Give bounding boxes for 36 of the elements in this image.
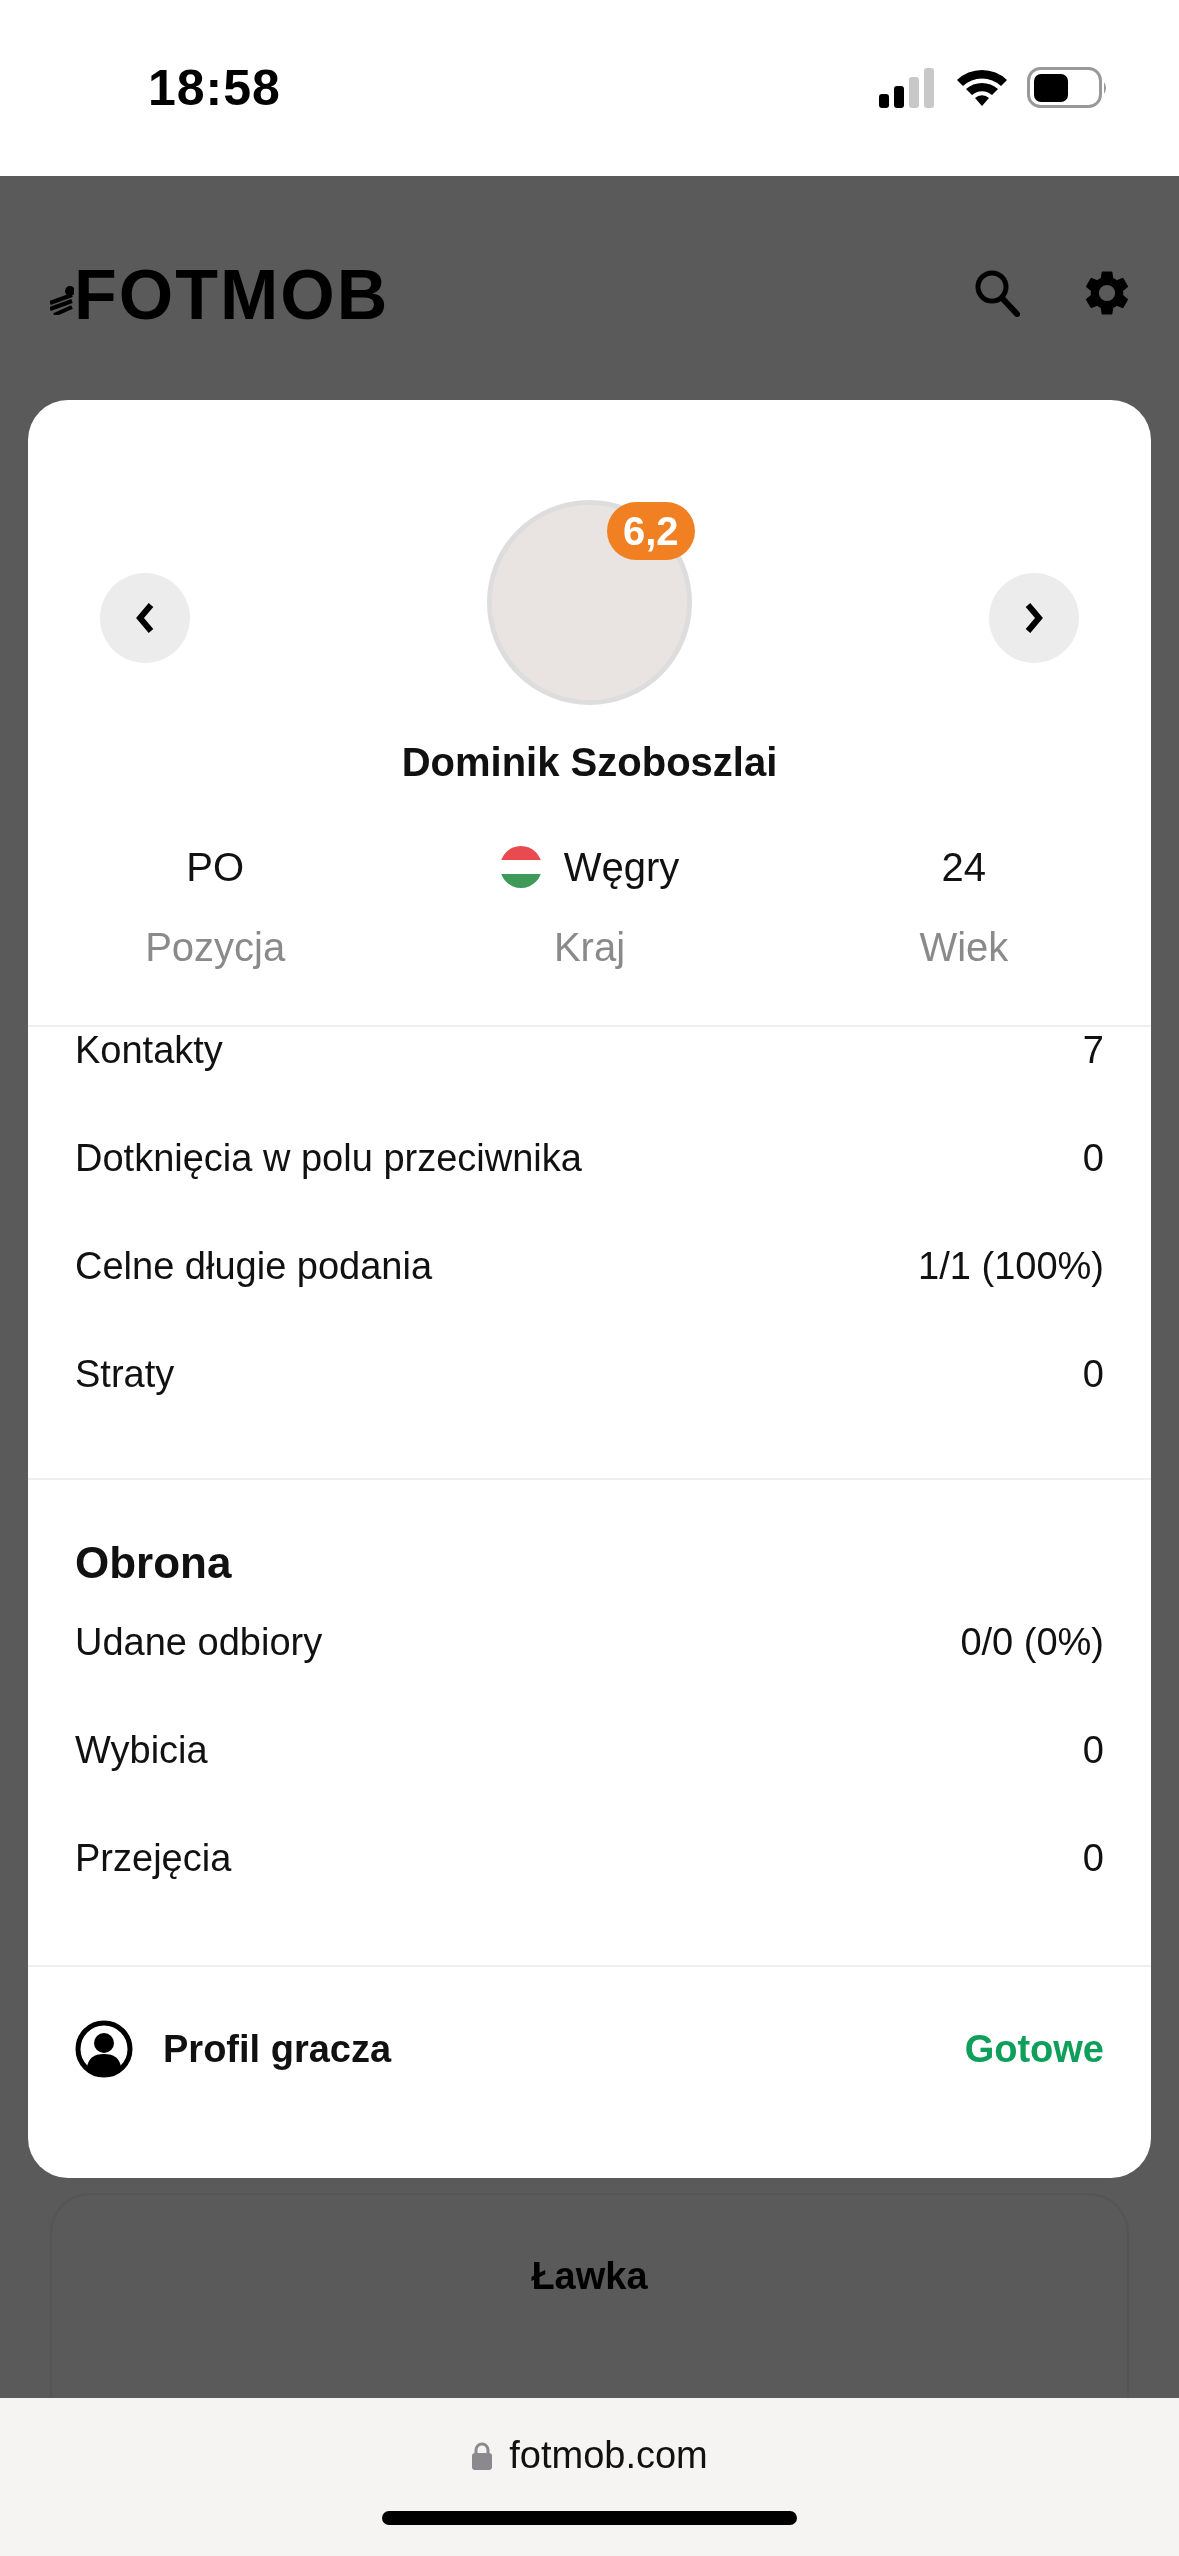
status-time: 18:58 xyxy=(148,59,281,117)
stat-value: 0 xyxy=(1082,1836,1104,1880)
flag-icon xyxy=(499,846,542,888)
stat-value: 0 xyxy=(1082,1352,1104,1396)
info-value: PO xyxy=(186,844,245,890)
player-profile-link[interactable]: Profil gracza xyxy=(75,2020,392,2078)
chevron-right-icon xyxy=(1024,602,1044,634)
bench-title: Ławka xyxy=(530,2254,649,2298)
lock-icon xyxy=(471,2440,494,2471)
info-label: Wiek xyxy=(919,925,1009,970)
stat-label: Straty xyxy=(75,1352,175,1396)
info-value: 24 xyxy=(941,844,987,890)
battery-icon xyxy=(1027,67,1109,109)
stat-label: Dotknięcia w polu przeciwnika xyxy=(75,1136,582,1180)
chevron-left-icon xyxy=(135,602,155,634)
info-label: Pozycja xyxy=(145,925,286,970)
stat-value: 0/0 (0%) xyxy=(960,1620,1104,1664)
stat-label: Kontakty xyxy=(75,1028,223,1072)
stat-value: 7 xyxy=(1082,1028,1104,1072)
stat-value: 1/1 (100%) xyxy=(918,1244,1104,1288)
section-title: Obrona xyxy=(75,1537,233,1588)
user-circle-icon xyxy=(75,2020,133,2078)
address-bar[interactable]: fotmob.com xyxy=(471,2434,708,2477)
stat-label: Przejęcia xyxy=(75,1836,232,1880)
search-icon[interactable] xyxy=(974,269,1020,317)
country-value: Węgry xyxy=(563,844,680,890)
wifi-icon xyxy=(955,68,1009,108)
stat-label: Wybicia xyxy=(75,1728,208,1772)
info-label: Kraj xyxy=(553,925,626,970)
stat-value: 0 xyxy=(1082,1728,1104,1772)
stat-label: Udane odbiory xyxy=(75,1620,323,1664)
rating-badge: 6,2 xyxy=(607,502,695,560)
signal-icon xyxy=(879,68,937,108)
stat-label: Celne długie podania xyxy=(75,1244,433,1288)
player-name: Dominik Szoboszlai xyxy=(400,740,779,785)
stat-value: 0 xyxy=(1082,1136,1104,1180)
